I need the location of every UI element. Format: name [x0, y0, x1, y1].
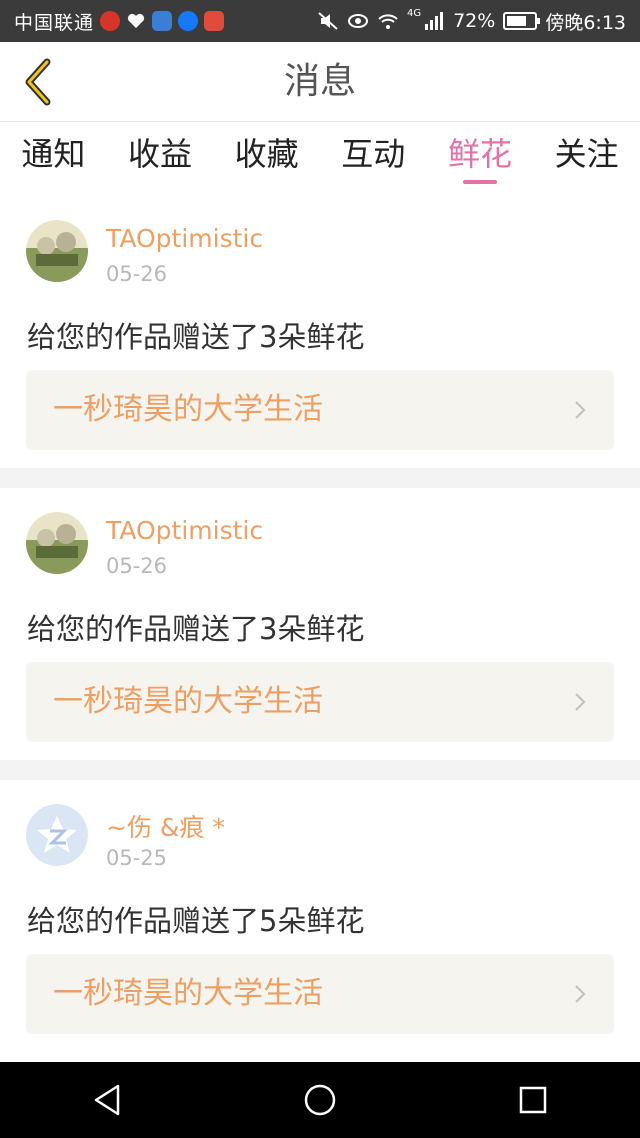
battery-percent: 72% — [453, 10, 496, 32]
alipay-icon — [178, 11, 199, 31]
divider — [0, 468, 640, 488]
work-link[interactable]: 一秒琦昊的大学生活 — [26, 954, 614, 1034]
active-tab-indicator — [462, 180, 497, 184]
avatar[interactable] — [26, 804, 88, 866]
message-card: TAOptimistic 05-26 给您的作品赠送了3朵鲜花 一秒琦昊的大学生… — [0, 196, 640, 468]
message-card: TAOptimistic 05-26 给您的作品赠送了3朵鲜花 一秒琦昊的大学生… — [0, 488, 640, 760]
wallet-icon — [152, 11, 173, 31]
message-text: 给您的作品赠送了3朵鲜花 — [27, 320, 365, 354]
work-title: 一秒琦昊的大学生活 — [53, 684, 323, 719]
tab-following[interactable]: 关注 — [549, 122, 625, 196]
work-title: 一秒琦昊的大学生活 — [53, 392, 323, 427]
signal-icon — [423, 10, 445, 32]
tab-label: 通知 — [21, 135, 86, 173]
message-list: TAOptimistic 05-26 给您的作品赠送了3朵鲜花 一秒琦昊的大学生… — [0, 196, 640, 1052]
status-right: 4G 72% 傍晚6:13 — [317, 0, 626, 42]
tab-flowers[interactable]: 鲜花 — [442, 122, 518, 196]
top-app-bar: 消息 — [0, 42, 640, 122]
triangle-back-icon — [94, 1084, 119, 1116]
message-date: 05-25 — [106, 846, 168, 870]
message-date: 05-26 — [106, 262, 168, 286]
work-title: 一秒琦昊的大学生活 — [53, 976, 323, 1011]
square-recents-icon — [520, 1086, 547, 1114]
tab-notifications[interactable]: 通知 — [15, 122, 91, 196]
tab-interactions[interactable]: 互动 — [335, 122, 411, 196]
tab-label: 鲜花 — [447, 135, 512, 173]
network-type: 4G — [406, 8, 422, 19]
battery-level-fill — [507, 16, 527, 26]
work-link[interactable]: 一秒琦昊的大学生活 — [26, 370, 614, 450]
nav-home-button[interactable] — [290, 1070, 350, 1130]
avatar[interactable] — [26, 220, 88, 282]
page-title: 消息 — [283, 61, 356, 102]
username[interactable]: TAOptimistic — [106, 516, 263, 545]
mute-icon — [317, 10, 339, 32]
back-button[interactable] — [10, 52, 66, 112]
status-bar: 中国联通 4G 72% 傍晚6:13 — [0, 0, 640, 42]
username[interactable]: ~伤 &痕 * — [106, 808, 225, 844]
wifi-icon — [377, 10, 399, 32]
battery-icon — [503, 12, 541, 30]
chevron-right-icon — [575, 985, 586, 1003]
chevron-right-icon — [575, 693, 586, 711]
divider — [0, 760, 640, 780]
tab-label: 互动 — [341, 135, 406, 173]
message-date: 05-26 — [106, 554, 168, 578]
system-nav-bar — [0, 1062, 640, 1138]
tab-label: 关注 — [554, 135, 619, 173]
eye-icon — [347, 10, 369, 32]
username[interactable]: TAOptimistic — [106, 224, 263, 253]
avatar[interactable] — [26, 512, 88, 574]
circle-home-icon — [304, 1084, 336, 1116]
special-app-icon — [204, 11, 225, 31]
message-text: 给您的作品赠送了5朵鲜花 — [27, 904, 365, 938]
tab-favorites[interactable]: 收藏 — [229, 122, 305, 196]
carrier-name: 中国联通 — [14, 11, 95, 34]
nav-back-button[interactable] — [77, 1070, 137, 1130]
tab-label: 收藏 — [234, 135, 299, 173]
nav-recents-button[interactable] — [503, 1070, 563, 1130]
weibo-icon — [100, 11, 121, 31]
tab-earnings[interactable]: 收益 — [122, 122, 198, 196]
tab-label: 收益 — [127, 135, 192, 173]
status-time: 傍晚6:13 — [545, 11, 626, 34]
chevron-right-icon — [575, 401, 586, 419]
chevron-left-icon — [25, 58, 51, 106]
message-card: ~伤 &痕 * 05-25 给您的作品赠送了5朵鲜花 一秒琦昊的大学生活 — [0, 780, 640, 1052]
tab-bar: 通知 收益 收藏 互动 鲜花 关注 — [0, 122, 640, 196]
message-text: 给您的作品赠送了3朵鲜花 — [27, 612, 365, 646]
status-left: 中国联通 — [14, 0, 225, 42]
health-heart-icon — [126, 11, 146, 31]
work-link[interactable]: 一秒琦昊的大学生活 — [26, 662, 614, 742]
